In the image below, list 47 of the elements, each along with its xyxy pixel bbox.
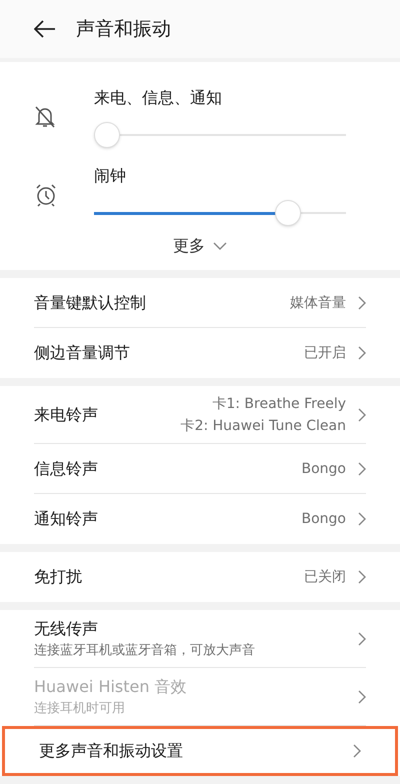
- row-value: 卡1: Breathe Freely: [212, 394, 346, 414]
- chevron-right-icon: [353, 744, 361, 758]
- slider-thumb[interactable]: [94, 122, 120, 148]
- chevron-down-icon: [213, 242, 227, 250]
- settings-row[interactable]: 来电铃声 卡1: Breathe Freely 卡2: Huawei Tune Clean: [0, 386, 400, 444]
- slider-label: 来电、信息、通知: [94, 87, 223, 109]
- row-value: 卡2: Huawei Tune Clean: [180, 416, 346, 436]
- alarm-clock-icon: [34, 183, 58, 207]
- row-title: 来电铃声: [34, 404, 99, 426]
- row-value: 已开启: [304, 344, 346, 363]
- row-title: 通知铃声: [34, 508, 99, 530]
- settings-row[interactable]: 更多声音和振动设置: [2, 726, 398, 776]
- settings-row[interactable]: 免打扰 已关闭: [0, 552, 400, 602]
- row-title: 信息铃声: [34, 458, 99, 480]
- muted-bell-icon: [34, 105, 56, 129]
- back-arrow-icon[interactable]: [34, 20, 56, 38]
- chevron-right-icon: [358, 690, 366, 704]
- chevron-right-icon: [358, 408, 366, 422]
- chevron-right-icon: [358, 346, 366, 360]
- volume-slider[interactable]: [94, 200, 346, 226]
- chevron-right-icon: [358, 570, 366, 584]
- row-title: 音量键默认控制: [34, 292, 147, 314]
- row-value: Bongo: [302, 510, 346, 529]
- settings-row[interactable]: 通知铃声 Bongo: [0, 494, 400, 544]
- row-title: 侧边音量调节: [34, 342, 131, 364]
- settings-row[interactable]: 无线传声 连接蓝牙耳机或蓝牙音箱，可放大声音: [0, 610, 400, 668]
- chevron-right-icon: [358, 632, 366, 646]
- row-subtitle: 连接蓝牙耳机或蓝牙音箱，可放大声音: [34, 642, 256, 660]
- row-title: 无线传声: [34, 618, 99, 640]
- row-title: 更多声音和振动设置: [39, 740, 184, 762]
- row-value: Bongo: [302, 460, 346, 478]
- settings-row[interactable]: 信息铃声 Bongo: [0, 444, 400, 494]
- chevron-right-icon: [358, 512, 366, 526]
- slider-thumb[interactable]: [274, 200, 301, 226]
- more-button[interactable]: 更多: [173, 234, 227, 258]
- chevron-right-icon: [358, 296, 366, 310]
- row-value: 媒体音量: [290, 294, 346, 312]
- row-title: Huawei Histen 音效: [34, 676, 188, 698]
- row-value: 已关闭: [304, 568, 346, 587]
- settings-row[interactable]: 侧边音量调节 已开启: [0, 328, 400, 378]
- chevron-right-icon: [358, 462, 366, 476]
- row-title: 免打扰: [34, 566, 83, 588]
- page-title: 声音和振动: [76, 16, 171, 42]
- settings-row[interactable]: 音量键默认控制 媒体音量: [0, 278, 400, 328]
- row-subtitle: 连接耳机时可用: [34, 700, 126, 718]
- volume-slider[interactable]: [94, 122, 346, 148]
- slider-label: 闹钟: [94, 165, 127, 187]
